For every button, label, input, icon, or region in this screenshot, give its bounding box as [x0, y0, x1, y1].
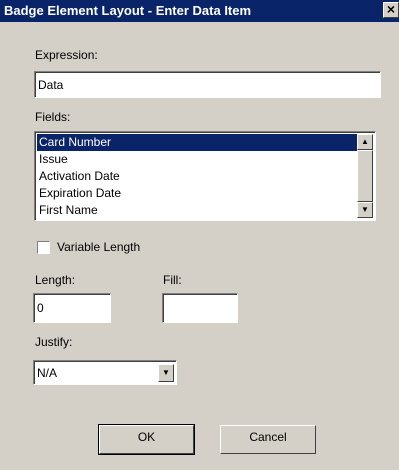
fill-label: Fill:: [163, 273, 182, 287]
list-item[interactable]: Activation Date: [37, 168, 357, 185]
variable-length-checkbox[interactable]: [37, 241, 50, 254]
cancel-button[interactable]: Cancel: [220, 425, 316, 454]
fields-list: Card Number Issue Activation Date Expiratio…: [37, 134, 357, 218]
list-item[interactable]: Card Number: [37, 134, 357, 151]
dialog-window: Badge Element Layout - Enter Data Item ×…: [0, 0, 399, 470]
expression-input[interactable]: Data: [34, 71, 381, 98]
ok-button-label: OK: [137, 430, 156, 444]
scroll-up-button[interactable]: ▲: [357, 134, 373, 150]
scroll-down-button[interactable]: ▼: [357, 202, 373, 218]
justify-dropdown[interactable]: N/A ▼: [33, 360, 177, 385]
ok-button[interactable]: OK: [98, 424, 195, 455]
fill-input[interactable]: [162, 293, 238, 323]
length-input[interactable]: 0: [33, 293, 111, 323]
list-item[interactable]: Expiration Date: [37, 185, 357, 202]
expression-label: Expression:: [35, 48, 98, 62]
up-arrow-icon: ▲: [361, 137, 369, 146]
close-icon: ×: [386, 1, 396, 17]
list-item[interactable]: Issue: [37, 151, 357, 168]
title-bar[interactable]: Badge Element Layout - Enter Data Item ×: [0, 0, 399, 22]
fields-listbox[interactable]: Card Number Issue Activation Date Expiratio…: [34, 131, 376, 221]
cancel-button-label: Cancel: [249, 430, 287, 444]
justify-value: N/A: [37, 366, 58, 380]
expression-value: Data: [38, 78, 64, 92]
fields-label: Fields:: [35, 110, 71, 124]
justify-dropdown-button[interactable]: ▼: [158, 364, 174, 382]
justify-label: Justify:: [35, 335, 73, 349]
length-label: Length:: [35, 273, 76, 287]
fields-scrollbar[interactable]: ▲ ▼: [357, 134, 373, 218]
list-item[interactable]: First Name: [37, 202, 357, 218]
scroll-thumb[interactable]: [357, 150, 373, 202]
window-title: Badge Element Layout - Enter Data Item: [4, 3, 252, 18]
chevron-down-icon: ▼: [162, 368, 170, 377]
length-value: 0: [37, 301, 44, 315]
down-arrow-icon: ▼: [361, 205, 369, 214]
close-button[interactable]: ×: [383, 2, 399, 18]
variable-length-label[interactable]: Variable Length: [57, 240, 140, 254]
